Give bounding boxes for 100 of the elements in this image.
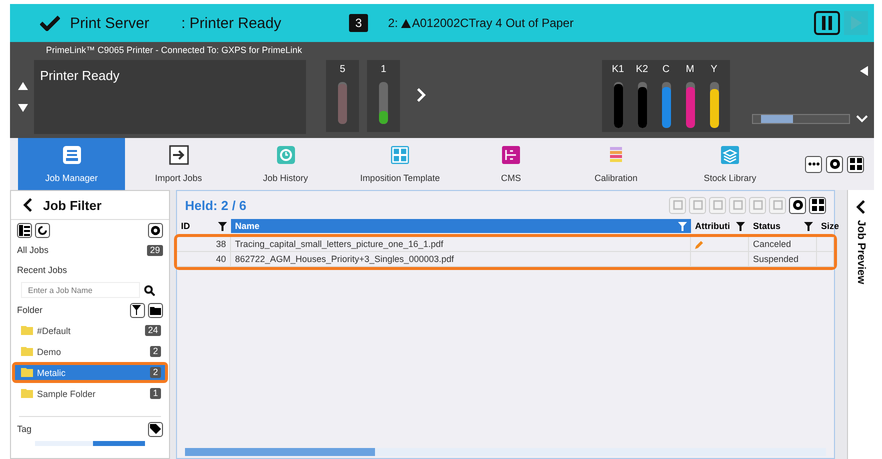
filter-icon xyxy=(132,304,143,316)
settings-icon xyxy=(150,224,161,236)
history-icon xyxy=(276,145,296,165)
folder-item[interactable]: Demo 2 xyxy=(15,344,165,359)
folder-name: Sample Folder xyxy=(37,388,96,398)
collapse-icon[interactable] xyxy=(856,200,866,214)
toner-label: M xyxy=(686,64,694,77)
tab[interactable]: Imposition Template xyxy=(339,138,461,190)
refresh-icon xyxy=(37,224,48,236)
printer-message: Printer Ready xyxy=(40,68,120,83)
filter-clear-button[interactable] xyxy=(130,302,145,318)
checkmark-icon xyxy=(40,15,60,31)
server-title: Print Server xyxy=(70,14,150,32)
folder-count: 24 xyxy=(144,325,161,336)
held-count: Held: 2 / 6 xyxy=(185,198,246,212)
more-button[interactable] xyxy=(805,156,822,172)
layout-button[interactable] xyxy=(847,156,864,172)
square-icon xyxy=(672,200,682,210)
grid-icon xyxy=(850,158,862,170)
up-arrow-icon[interactable] xyxy=(18,82,28,90)
tag-icon xyxy=(150,424,161,434)
folder-icon xyxy=(21,326,33,335)
settings-icon xyxy=(828,158,840,170)
folder-name: #Default xyxy=(37,326,71,336)
view-button[interactable] xyxy=(17,222,32,238)
search-field[interactable]: Enter a Job Name xyxy=(21,282,140,298)
table-cell: Tracing_capital_small_letters_picture_one_16_1.pdf xyxy=(231,237,691,251)
settings-button[interactable] xyxy=(148,222,163,238)
square-icon xyxy=(712,200,722,210)
column-header[interactable]: ID xyxy=(177,219,231,233)
toner-label: C xyxy=(662,64,670,77)
table-cell: 40 xyxy=(177,252,231,266)
import-icon xyxy=(168,145,188,165)
scrollbar[interactable] xyxy=(185,448,826,456)
folder-name: Metalic xyxy=(37,368,66,378)
left-arrow-icon[interactable] xyxy=(860,66,868,76)
folder-item[interactable]: Sample Folder 1 xyxy=(15,386,165,401)
down-arrow-icon[interactable] xyxy=(18,104,28,112)
folder-icon xyxy=(21,368,33,377)
alert-number: 2: xyxy=(388,16,398,30)
grid-icon xyxy=(812,199,824,211)
pause-icon xyxy=(821,16,833,30)
job-count: 29 xyxy=(146,244,163,256)
tab[interactable]: Calibration xyxy=(561,138,671,190)
folder-icon xyxy=(21,389,33,398)
tab[interactable]: Job History xyxy=(232,138,339,190)
folder-item[interactable]: Metalic 2 xyxy=(15,365,165,380)
settings-button[interactable] xyxy=(826,156,843,172)
tab[interactable]: CMS xyxy=(461,138,561,190)
preview-title[interactable]: Job Preview xyxy=(855,220,867,284)
alert-count[interactable]: 3 xyxy=(349,14,368,32)
toner-label: K2 xyxy=(636,64,648,77)
alert-message: A012002CTray 4 Out of Paper xyxy=(412,16,574,30)
tab[interactable]: Job Manager xyxy=(18,138,125,190)
scrollbar[interactable] xyxy=(752,114,850,124)
warning-icon xyxy=(400,18,411,28)
connection-info: PrimeLink™ C9065 Printer - Connected To: GXPS for PrimeLink xyxy=(46,45,303,55)
folder-item[interactable]: #Default 24 xyxy=(15,323,165,338)
square-icon xyxy=(772,200,782,210)
folder-icon xyxy=(150,304,161,316)
layout-button[interactable] xyxy=(809,196,826,214)
recent-jobs-label[interactable]: Recent Jobs xyxy=(17,265,68,275)
tab[interactable]: Import Jobs xyxy=(125,138,232,190)
column-header[interactable]: Name xyxy=(231,219,691,233)
sidebar-title: Job Filter xyxy=(43,198,102,212)
play-icon xyxy=(850,16,862,30)
chevron-right-icon[interactable] xyxy=(416,88,426,102)
tab[interactable]: Stock Library xyxy=(671,138,789,190)
square-icon xyxy=(692,200,702,210)
all-jobs-item[interactable]: All Jobs 29 xyxy=(15,240,165,260)
new-folder-button[interactable] xyxy=(148,302,163,318)
back-icon[interactable] xyxy=(23,198,33,212)
refresh-button[interactable] xyxy=(35,222,50,238)
tray-icon xyxy=(62,145,82,165)
printer-status: : Printer Ready xyxy=(181,14,282,32)
column-header[interactable]: Status xyxy=(749,219,817,233)
table-cell: 38 xyxy=(177,237,231,251)
square-icon xyxy=(732,200,742,210)
tag-button[interactable] xyxy=(148,422,163,436)
pause-button[interactable] xyxy=(814,11,840,35)
toner-label: Y xyxy=(710,64,718,77)
filter-icon[interactable] xyxy=(736,222,745,230)
tag-label: Tag xyxy=(17,424,32,434)
folder-name: Demo xyxy=(37,346,62,356)
scrollbar[interactable] xyxy=(35,441,145,446)
search-icon[interactable] xyxy=(144,284,155,296)
column-header[interactable]: Size xyxy=(817,219,844,233)
pencil-icon xyxy=(695,240,704,248)
toner-label: K1 xyxy=(612,64,624,77)
filter-icon[interactable] xyxy=(804,222,813,230)
settings-button[interactable] xyxy=(789,196,806,214)
table-cell: Canceled xyxy=(749,237,817,251)
filter-icon[interactable] xyxy=(218,222,227,230)
more-icon xyxy=(808,162,820,166)
folder-count: 2 xyxy=(150,346,161,357)
table-cell: Suspended xyxy=(749,252,817,266)
chevron-down-icon[interactable] xyxy=(856,115,868,123)
folder-icon xyxy=(21,347,33,356)
settings-icon xyxy=(792,199,804,211)
column-header[interactable]: Attributi xyxy=(691,219,749,233)
